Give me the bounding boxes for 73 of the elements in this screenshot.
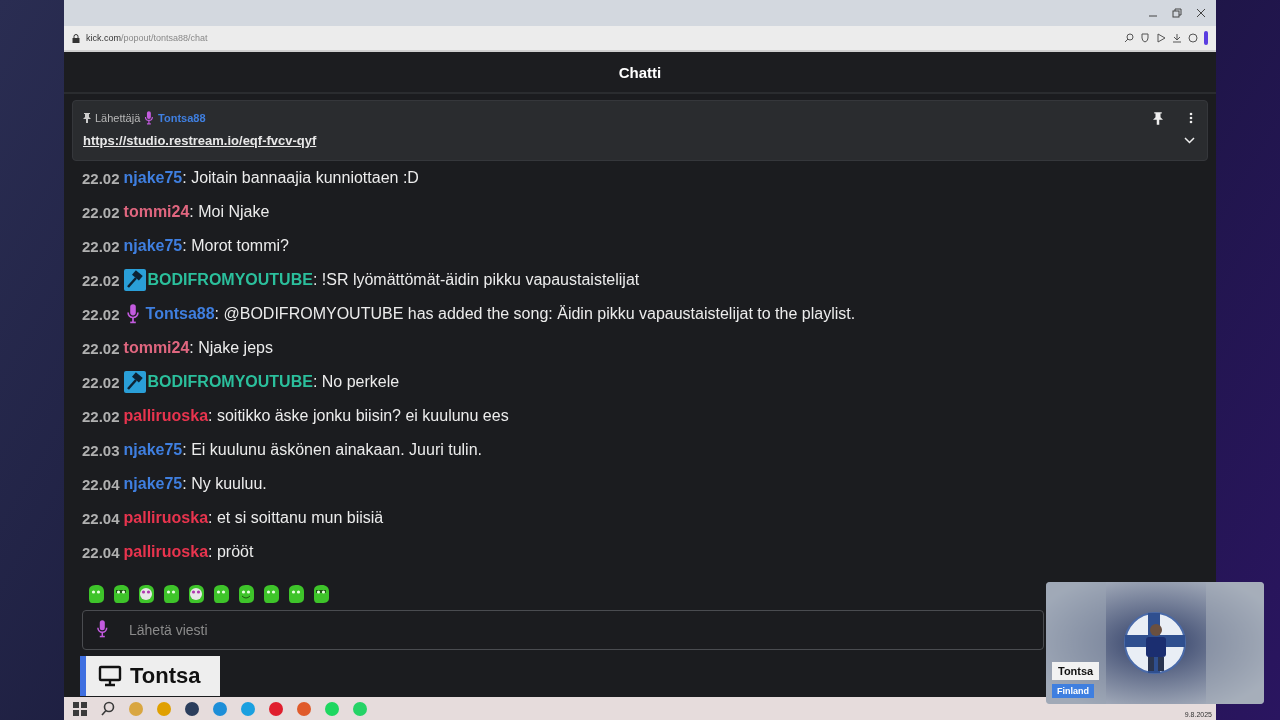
message-field[interactable]: Lähetä viesti bbox=[82, 610, 1044, 650]
expand-button[interactable] bbox=[1184, 137, 1195, 144]
message-text: : Ny kuuluu. bbox=[182, 475, 267, 493]
streamer-name: Tontsa bbox=[130, 663, 201, 689]
message-text: : @BODIFROMYOUTUBE has added the song: Äidin pikku vapaustaistelijat to the playlist. bbox=[214, 305, 856, 323]
username[interactable]: Tontsa88 bbox=[158, 112, 206, 124]
username[interactable]: njake75 bbox=[123, 237, 183, 255]
pin-icon bbox=[83, 113, 91, 123]
extension-icon[interactable] bbox=[1188, 33, 1198, 43]
shield-icon[interactable] bbox=[1140, 33, 1150, 43]
webcam-name: Tontsa bbox=[1052, 662, 1100, 680]
timestamp: 22.02 bbox=[82, 305, 120, 323]
timestamp: 22.02 bbox=[82, 373, 120, 391]
emote-icon[interactable] bbox=[161, 584, 181, 604]
message-text: : Moi Njake bbox=[189, 203, 270, 221]
emote-icon[interactable] bbox=[111, 584, 131, 604]
timestamp: 22.04 bbox=[82, 475, 120, 493]
timestamp: 22.02 bbox=[82, 169, 120, 187]
timestamp: 22.02 bbox=[82, 271, 120, 289]
hammer-icon bbox=[123, 371, 146, 393]
username[interactable]: tommi24 bbox=[123, 203, 190, 221]
username[interactable]: BODIFROMYOUTUBE bbox=[147, 271, 313, 289]
microphone-icon bbox=[125, 304, 140, 324]
emote-icon[interactable] bbox=[311, 584, 331, 604]
emote-icon[interactable] bbox=[211, 584, 231, 604]
timestamp: 22.02 bbox=[82, 407, 120, 425]
close-icon[interactable] bbox=[1196, 8, 1206, 18]
lock-icon bbox=[72, 33, 80, 43]
pinned-link[interactable]: https://studio.restream.io/eqf-fvcv-qyf bbox=[83, 133, 317, 148]
search-icon[interactable] bbox=[100, 700, 116, 717]
microphone-icon bbox=[96, 620, 109, 638]
message-text: : Morot tommi? bbox=[182, 237, 289, 255]
username[interactable]: tommi24 bbox=[123, 339, 190, 357]
app-icon[interactable] bbox=[268, 700, 284, 717]
timestamp: 22.04 bbox=[82, 509, 120, 527]
microphone-icon bbox=[144, 111, 155, 125]
username[interactable]: njake75 bbox=[123, 169, 183, 187]
country-label: Finland bbox=[1052, 684, 1094, 698]
emote-icon[interactable] bbox=[86, 584, 106, 604]
username[interactable]: njake75 bbox=[123, 475, 183, 493]
timestamp: 22.04 bbox=[82, 543, 120, 561]
message-text: : soitikko äske jonku biisin? ei kuulunu ees bbox=[208, 407, 509, 425]
timestamp: 22.02 bbox=[82, 237, 120, 255]
windows-icon[interactable] bbox=[72, 700, 88, 717]
message-text: : Joitain bannaajia kunniottaen :D bbox=[182, 169, 419, 187]
pin-button[interactable] bbox=[1153, 111, 1163, 125]
more-button[interactable] bbox=[1189, 112, 1193, 124]
timestamp: 22.02 bbox=[82, 339, 120, 357]
message-text: : !SR lyömättömät-äidin pikku vapaustaistelijat bbox=[312, 271, 640, 289]
username[interactable]: njake75 bbox=[123, 441, 183, 459]
username[interactable]: BODIFROMYOUTUBE bbox=[147, 373, 313, 391]
chat-title: Chatti bbox=[618, 63, 662, 81]
sender-label: Lähettäjä bbox=[95, 112, 141, 124]
message-text: : No perkele bbox=[312, 373, 400, 391]
message-text: : Ei kuulunu äskönen ainakaan. Juuri tulin. bbox=[182, 441, 482, 459]
monitor-icon bbox=[98, 665, 122, 687]
app-icon[interactable] bbox=[184, 700, 200, 717]
message-text: : Njake jeps bbox=[189, 339, 273, 357]
emote-icon[interactable] bbox=[136, 584, 156, 604]
emote-icon[interactable] bbox=[286, 584, 306, 604]
play-icon[interactable] bbox=[1156, 33, 1166, 43]
restore-icon[interactable] bbox=[1172, 8, 1182, 18]
username[interactable]: Tontsa88 bbox=[145, 305, 215, 323]
emote-icon[interactable] bbox=[261, 584, 281, 604]
timestamp: 22.02 bbox=[82, 203, 120, 221]
download-icon[interactable] bbox=[1172, 33, 1182, 43]
emote-icon[interactable] bbox=[186, 584, 206, 604]
message-text: : et si soittanu mun biisiä bbox=[208, 509, 384, 527]
timestamp: 22.03 bbox=[82, 441, 120, 459]
hammer-icon bbox=[123, 269, 146, 291]
message-text: : prööt bbox=[208, 543, 254, 561]
zoom-icon[interactable] bbox=[1124, 33, 1134, 43]
emote-icon[interactable] bbox=[236, 584, 256, 604]
